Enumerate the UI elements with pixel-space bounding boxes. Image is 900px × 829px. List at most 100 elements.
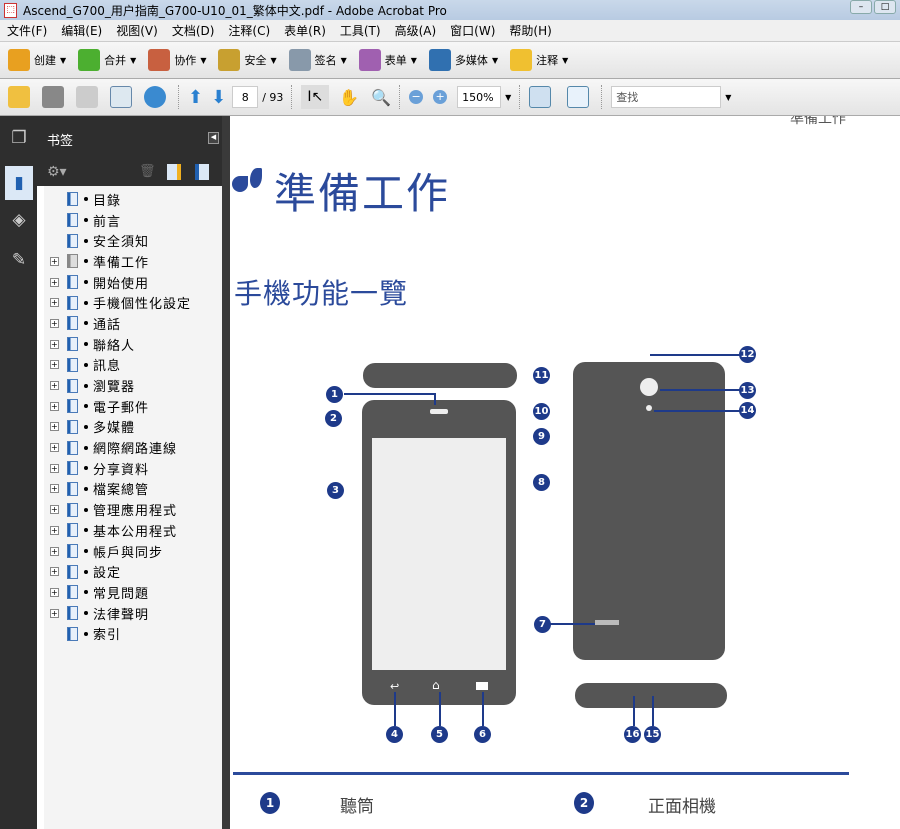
menu-edit[interactable]: 编辑(E) (54, 22, 109, 39)
expand-toggle[interactable]: + (50, 381, 59, 391)
bookmark-icon (67, 213, 78, 228)
menu-forms[interactable]: 表单(R) (277, 22, 333, 39)
expand-toggle[interactable]: + (50, 443, 59, 453)
marquee-zoom-icon[interactable]: 🔍 (371, 88, 391, 107)
table-rule (233, 772, 849, 775)
bookmark-label: 訊息 (93, 359, 122, 375)
find-dropdown[interactable]: ▼ (725, 93, 731, 102)
bookmark-item[interactable]: + 訊息 (44, 355, 222, 376)
bookmark-item[interactable]: + 帳戶與同步 (44, 541, 222, 562)
bookmark-item[interactable]: + 網際網路連線 (44, 437, 222, 458)
bookmark-item[interactable]: + 設定 (44, 561, 222, 582)
bookmark-label: 安全須知 (93, 235, 150, 251)
web-upload-icon[interactable] (144, 86, 166, 108)
zoom-dropdown[interactable]: ▼ (505, 93, 511, 102)
new-bookmark-icon[interactable] (167, 164, 181, 180)
menu-help[interactable]: 帮助(H) (502, 22, 558, 39)
expand-toggle[interactable]: + (50, 277, 59, 287)
expand-toggle[interactable]: + (50, 401, 59, 411)
expand-toggle[interactable]: + (50, 525, 59, 535)
expand-toggle[interactable]: + (50, 505, 59, 515)
menu-comments[interactable]: 注释(C) (221, 22, 277, 39)
bookmark-item[interactable]: + 分享資料 (44, 458, 222, 479)
multimedia-button[interactable]: 多媒体 ▼ (428, 49, 498, 71)
bookmark-item[interactable]: + 基本公用程式 (44, 520, 222, 541)
bookmark-item[interactable]: + 準備工作 (44, 251, 222, 272)
pages-icon[interactable]: ❐ (8, 128, 30, 150)
menu-advanced[interactable]: 高级(A) (388, 22, 444, 39)
menu-window[interactable]: 窗口(W) (443, 22, 502, 39)
signatures-icon[interactable]: ✎ (8, 250, 30, 272)
forms-button[interactable]: 表单 ▼ (358, 49, 417, 71)
bookmarks-icon[interactable]: ▮ (5, 166, 33, 200)
comment-button[interactable]: 注释 ▼ (510, 49, 568, 71)
expand-toggle[interactable]: + (50, 256, 59, 266)
zoom-level-input[interactable]: 150% (457, 86, 502, 108)
bookmark-label: 分享資料 (93, 462, 150, 478)
fit-page-icon[interactable] (567, 86, 590, 108)
expand-toggle[interactable]: + (50, 608, 59, 618)
expand-toggle[interactable]: + (50, 318, 59, 328)
combine-button[interactable]: 合并 ▼ (78, 49, 136, 71)
bookmark-item[interactable]: 前言 (44, 210, 222, 231)
bookmark-item[interactable]: + 聯絡人 (44, 334, 222, 355)
email-icon[interactable] (110, 86, 132, 108)
menu-document[interactable]: 文档(D) (165, 22, 222, 39)
secure-button[interactable]: 安全 ▼ (218, 49, 277, 71)
expand-toggle[interactable]: + (50, 360, 59, 370)
save-icon[interactable] (76, 86, 98, 108)
delete-bookmark-icon[interactable]: 🗑 (139, 164, 156, 179)
zoom-out-icon[interactable]: − (409, 90, 424, 104)
menu-tools[interactable]: 工具(T) (333, 22, 388, 39)
expand-toggle[interactable]: + (50, 298, 59, 308)
expand-toggle[interactable]: + (50, 339, 59, 349)
expand-toggle[interactable]: + (50, 463, 59, 473)
bookmark-item[interactable]: + 電子郵件 (44, 396, 222, 417)
legend-number: 1 (260, 792, 280, 814)
window-title: Ascend_G700_用户指南_G700-U10_01_繁体中文.pdf - … (23, 3, 447, 18)
select-tool-icon[interactable]: I↖ (301, 85, 330, 109)
expand-toggle[interactable]: + (50, 587, 59, 597)
page-number-input[interactable]: 8 (232, 86, 259, 108)
open-folder-icon[interactable] (8, 86, 30, 108)
expand-toggle[interactable]: + (50, 422, 59, 432)
bookmark-item[interactable]: + 手機個性化設定 (44, 292, 222, 313)
bookmark-item[interactable]: + 多媒體 (44, 417, 222, 438)
expand-toggle[interactable]: + (50, 567, 59, 577)
new-bookmark-from-structure-icon[interactable] (195, 164, 209, 180)
zoom-in-icon[interactable]: + (433, 90, 448, 104)
bookmark-item[interactable]: + 通話 (44, 313, 222, 334)
options-gear-icon[interactable]: ⚙▾ (47, 164, 67, 180)
bookmark-item[interactable]: + 開始使用 (44, 272, 222, 293)
bookmark-item[interactable]: + 常見問題 (44, 582, 222, 603)
previous-page-icon[interactable]: ⬆ (188, 87, 203, 108)
minimize-button[interactable]: – (850, 0, 872, 14)
create-button[interactable]: 创建 ▼ (8, 49, 66, 71)
next-page-icon[interactable]: ⬇ (211, 87, 226, 108)
menu-view[interactable]: 视图(V) (109, 22, 165, 39)
menu-file[interactable]: 文件(F) (0, 22, 54, 39)
bookmark-item[interactable]: 目錄 (44, 189, 222, 210)
separator (601, 85, 603, 109)
bookmark-item[interactable]: + 瀏覽器 (44, 375, 222, 396)
hand-tool-icon[interactable]: ✋ (339, 88, 359, 107)
panel-splitter[interactable] (222, 116, 230, 829)
bookmark-item[interactable]: 索引 (44, 623, 222, 644)
find-input[interactable]: 查找 (611, 86, 722, 108)
bullet (84, 404, 88, 409)
flash (646, 405, 652, 411)
fit-width-icon[interactable] (529, 86, 552, 108)
bookmark-item[interactable]: + 法律聲明 (44, 603, 222, 624)
bookmark-item[interactable]: + 管理應用程式 (44, 499, 222, 520)
bookmark-item[interactable]: + 檔案總管 (44, 479, 222, 500)
layers-icon[interactable]: ◈ (8, 210, 30, 232)
expand-toggle[interactable]: + (50, 546, 59, 556)
sign-button[interactable]: 签名 ▼ (288, 49, 347, 71)
maximize-button[interactable]: □ (874, 0, 896, 14)
collaborate-button[interactable]: 协作 ▼ (148, 49, 206, 71)
bookmark-item[interactable]: 安全須知 (44, 230, 222, 251)
expand-toggle[interactable]: + (50, 484, 59, 494)
print-icon[interactable] (42, 86, 64, 108)
collapse-panel-button[interactable]: ◀ (208, 132, 219, 144)
callout-2: 2 (325, 410, 342, 427)
